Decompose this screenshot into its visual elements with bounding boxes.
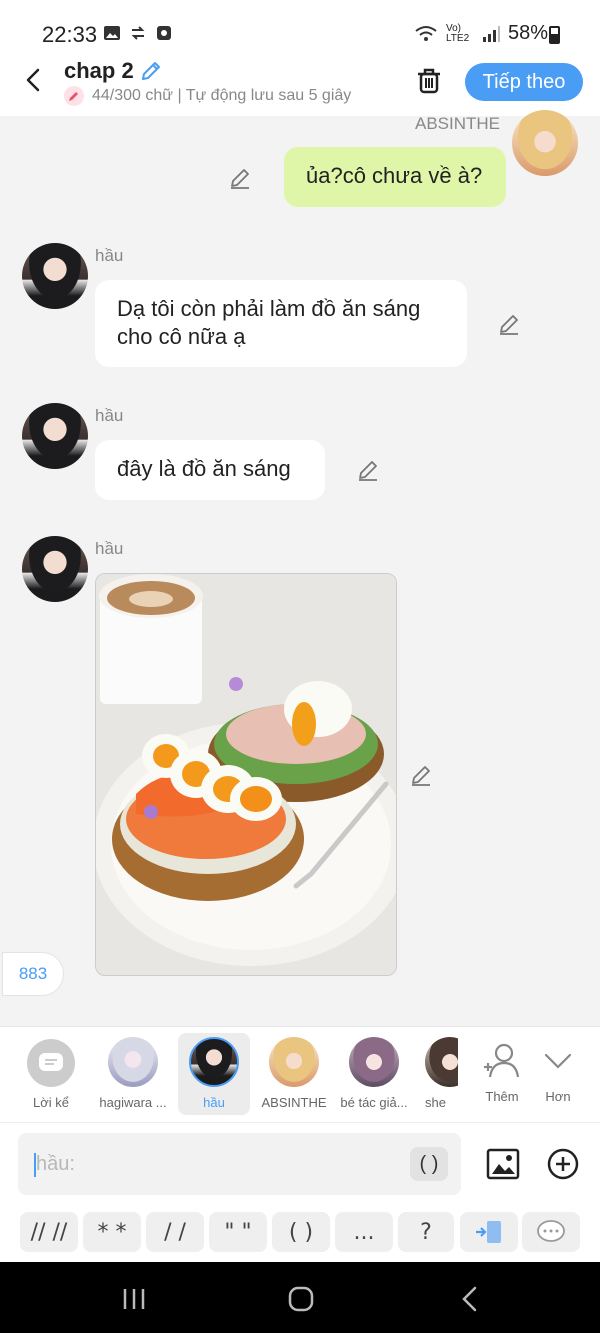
message-input[interactable] — [18, 1133, 461, 1195]
app-notification-icon — [157, 26, 171, 40]
message-sender: hầu — [95, 539, 124, 558]
breakfast-photo[interactable] — [95, 573, 397, 976]
network-type-label: Vo) LTE2 — [445, 22, 470, 44]
message-sender: hầu — [95, 246, 124, 265]
chevron-down-icon — [544, 1053, 572, 1069]
next-button[interactable]: Tiếp theo — [465, 63, 583, 101]
pencil-icon — [64, 86, 84, 106]
composer: ( ) — [0, 1122, 600, 1204]
avatar[interactable] — [22, 403, 88, 469]
quick-chip-double-slash[interactable]: // // — [20, 1212, 78, 1252]
battery-icon — [549, 26, 560, 44]
char-label: she — [425, 1095, 446, 1110]
char-label: bé tác giả... — [340, 1095, 408, 1110]
home-icon[interactable] — [286, 1284, 316, 1314]
system-nav-bar — [0, 1262, 600, 1333]
edit-message-icon[interactable] — [497, 312, 521, 336]
autosave-status: 44/300 chữ | Tự động lưu sau 5 giây — [64, 86, 351, 106]
message-bubble[interactable]: ủa?cô chưa về à? — [284, 147, 506, 207]
back-nav-icon[interactable] — [455, 1284, 485, 1314]
char-label: Hơn — [545, 1089, 571, 1104]
character-selector: Lời kể hagiwara ... hầu ABSINTHE bé tác … — [0, 1026, 600, 1122]
char-label: ABSINTHE — [261, 1095, 327, 1110]
avatar[interactable] — [22, 243, 88, 309]
quick-chip-ellipsis[interactable]: ... — [335, 1212, 393, 1252]
more-options-button[interactable] — [522, 1212, 580, 1252]
char-she[interactable]: she — [420, 1033, 458, 1115]
edit-message-icon[interactable] — [409, 763, 433, 787]
image-icon[interactable] — [486, 1147, 520, 1181]
signal-icon — [482, 25, 500, 42]
avatar — [269, 1037, 319, 1087]
avatar — [108, 1037, 158, 1087]
char-narration[interactable]: Lời kể — [15, 1033, 87, 1115]
insert-phone-button[interactable] — [460, 1212, 518, 1252]
trash-icon[interactable] — [414, 66, 444, 96]
more-characters-button[interactable]: Hơn — [522, 1033, 594, 1115]
status-time: 22:33 — [42, 22, 98, 47]
quick-chip-slash[interactable]: / / — [146, 1212, 204, 1252]
edit-title-icon[interactable] — [140, 60, 162, 82]
avatar — [425, 1037, 458, 1087]
char-label: hầu — [203, 1095, 225, 1110]
message-count-badge[interactable]: 883 — [2, 952, 64, 996]
avatar — [349, 1037, 399, 1087]
edit-message-icon[interactable] — [228, 166, 252, 190]
narration-icon — [27, 1039, 75, 1087]
quick-chip-question[interactable]: ? — [398, 1212, 454, 1252]
char-label: Lời kể — [33, 1095, 69, 1110]
message-bubble[interactable]: đây là đồ ăn sáng — [95, 440, 325, 500]
battery-percent: 58% — [507, 22, 548, 44]
sync-notification-icon — [131, 26, 145, 40]
quick-insert-bar: // // * * / / " " ( ) ... ? — [0, 1204, 600, 1262]
chat-bubble-more-icon — [537, 1220, 565, 1242]
char-hagiwara[interactable]: hagiwara ... — [97, 1033, 169, 1115]
wifi-icon — [415, 25, 437, 41]
parentheses-button[interactable]: ( ) — [410, 1147, 448, 1181]
recent-apps-icon[interactable] — [119, 1284, 149, 1314]
add-icon[interactable] — [546, 1147, 580, 1181]
editor-header: chap 2 44/300 chữ | Tự động lưu sau 5 gi… — [0, 56, 600, 116]
quick-chip-asterisk[interactable]: * * — [83, 1212, 141, 1252]
char-label: hagiwara ... — [99, 1095, 167, 1110]
char-hau-selected[interactable]: hầu — [178, 1033, 250, 1115]
quick-chip-parentheses[interactable]: ( ) — [272, 1212, 330, 1252]
message-sender: ABSINTHE — [415, 114, 501, 133]
edit-message-icon[interactable] — [356, 458, 380, 482]
avatar[interactable] — [22, 536, 88, 602]
text-caret — [34, 1153, 36, 1177]
gallery-notification-icon — [104, 26, 120, 40]
quick-chip-quotes[interactable]: " " — [209, 1212, 267, 1252]
status-bar: 22:33 Vo) LTE2 58% — [0, 0, 600, 56]
add-person-icon — [484, 1043, 520, 1078]
avatar[interactable] — [512, 110, 578, 176]
char-absinthe[interactable]: ABSINTHE — [258, 1033, 330, 1115]
message-bubble[interactable]: Dạ tôi còn phải làm đồ ăn sáng cho cô nữ… — [95, 280, 467, 367]
back-icon[interactable] — [20, 66, 48, 94]
chapter-title[interactable]: chap 2 — [64, 58, 134, 84]
char-author[interactable]: bé tác giả... — [338, 1033, 410, 1115]
word-count-text: 44/300 chữ | Tự động lưu sau 5 giây — [92, 87, 352, 104]
avatar — [189, 1037, 239, 1087]
chat-area[interactable]: ABSINTHE ủa?cô chưa về à? hầu Dạ tôi còn… — [0, 110, 600, 1026]
message-sender: hầu — [95, 406, 124, 425]
phone-insert-icon — [476, 1221, 501, 1243]
